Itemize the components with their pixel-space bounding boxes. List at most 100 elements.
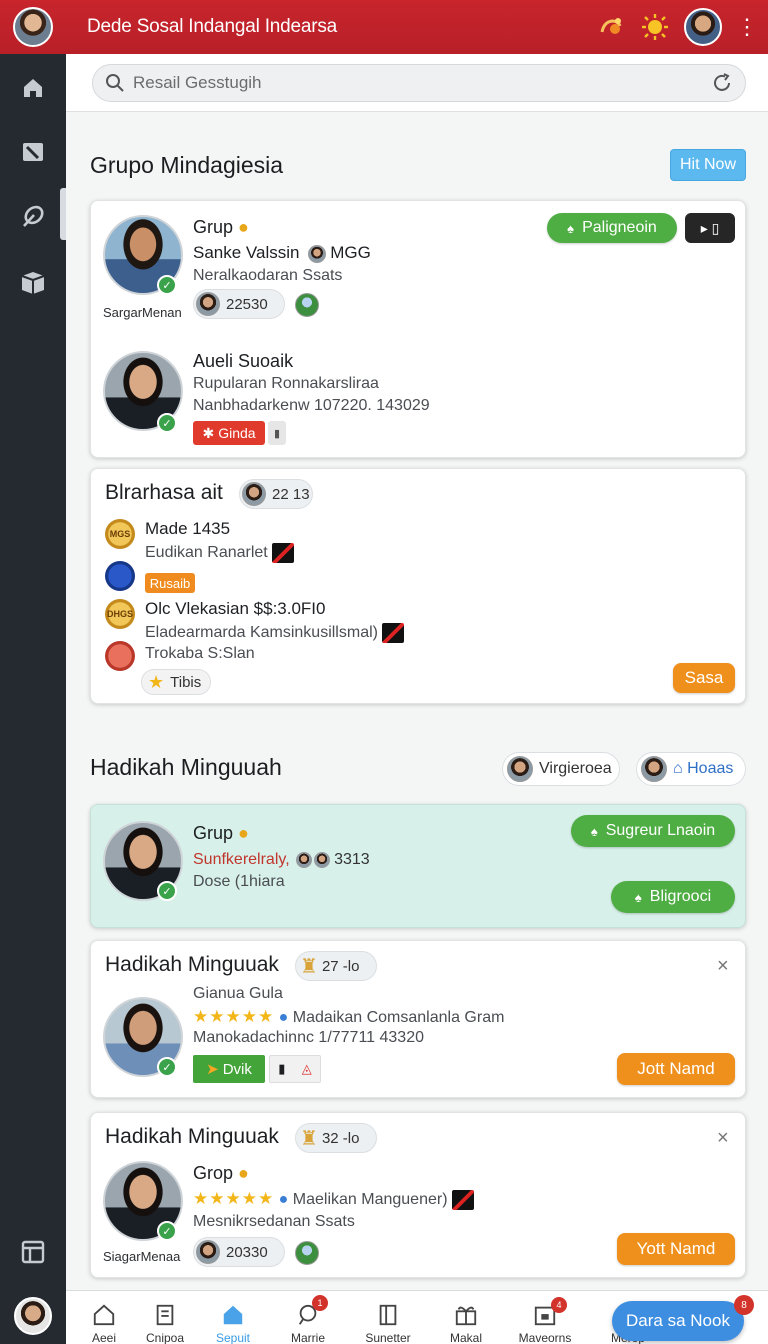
mini-avatar bbox=[641, 756, 667, 782]
count-pill[interactable]: 22 13 bbox=[239, 479, 313, 509]
hit-now-button[interactable]: Hit Now bbox=[670, 149, 746, 181]
join-button[interactable]: Yott Namd bbox=[617, 1233, 735, 1265]
nav-item-makal[interactable]: Makal bbox=[430, 1291, 502, 1344]
home-icon bbox=[93, 1304, 115, 1326]
nav-item-marrie[interactable]: Marrie 1 bbox=[272, 1291, 344, 1344]
entry-detail: Mesnikrsedanan Ssats bbox=[193, 1213, 355, 1230]
notification-icon[interactable] bbox=[596, 12, 626, 42]
group-icon bbox=[295, 1241, 319, 1265]
bottle-icon: ▮ bbox=[278, 1061, 286, 1076]
entry-sub: Dose (1hiara bbox=[193, 873, 285, 890]
value-pill[interactable]: 20330 bbox=[193, 1237, 285, 1267]
tag-icon: ♠ bbox=[634, 889, 642, 905]
search-bar bbox=[66, 54, 768, 112]
ranking-card[interactable]: Blrarhasa ait 22 13 MGS Made 1435 Eudika… bbox=[90, 468, 746, 704]
rating-stars: ★★★★★ bbox=[193, 1007, 275, 1026]
more-icon[interactable]: ⋮ bbox=[736, 14, 758, 40]
mini-avatar bbox=[507, 756, 533, 782]
close-icon[interactable]: × bbox=[717, 955, 729, 978]
sun-icon[interactable] bbox=[640, 12, 670, 42]
mini-avatar bbox=[242, 482, 266, 506]
spark-icon: ✱ bbox=[202, 424, 215, 441]
medal-icon bbox=[105, 641, 135, 671]
user-avatar[interactable] bbox=[684, 8, 722, 46]
home-filled-icon bbox=[223, 1305, 243, 1325]
filter-chip[interactable]: Virgieroea bbox=[502, 752, 620, 786]
count-pill[interactable]: ♜ 32 -lo bbox=[295, 1123, 377, 1153]
verified-icon: ✓ bbox=[157, 275, 177, 295]
row-tag[interactable]: Rusaib bbox=[145, 573, 195, 593]
nav-item-sepuit[interactable]: Sepuit bbox=[197, 1291, 269, 1344]
cup-icon: ♜ bbox=[300, 1127, 318, 1150]
secondary-button[interactable]: ♠ Bligrooci bbox=[611, 881, 735, 913]
app-title: Dede Sosal Indangal Indearsa bbox=[87, 16, 338, 37]
entry-detail: Nanbhadarkenw 107220. 143029 bbox=[193, 397, 430, 414]
entry-line: ★★★★★ ● Maelikan Manguener) bbox=[193, 1189, 474, 1210]
value-pill[interactable]: 22530 bbox=[193, 289, 285, 319]
join-button[interactable]: ♠ Paligneoin bbox=[547, 213, 677, 243]
entry-sub: Neralkaodaran Ssats bbox=[193, 267, 343, 284]
group-card[interactable]: ✓ SargarMenan Grup ● Sanke Valssin MGG N… bbox=[90, 200, 746, 458]
row-name: Olc Vlekasian $$:3.0FI0 bbox=[145, 599, 326, 618]
book-icon bbox=[379, 1304, 397, 1326]
fab-badge: 8 bbox=[734, 1295, 754, 1315]
status-tag[interactable]: ✱ Ginda bbox=[193, 421, 265, 445]
nav-item-sunetter[interactable]: Sunetter bbox=[352, 1291, 424, 1344]
box-icon[interactable] bbox=[0, 254, 66, 310]
medal-icon: DHGS bbox=[105, 599, 135, 629]
entry-title: Grop ● bbox=[193, 1163, 249, 1183]
search-input[interactable] bbox=[133, 73, 711, 93]
entry-title: Aueli Suoaik bbox=[193, 351, 294, 371]
join-button[interactable]: ♠ Sugreur Lnaoin bbox=[571, 815, 735, 847]
star-pill[interactable]: ★ Tibis bbox=[141, 669, 211, 695]
play-button[interactable]: ▸ ▯ bbox=[685, 213, 735, 243]
arrow-icon: ➤ bbox=[206, 1061, 219, 1078]
top-bar: Dede Sosal Indangal Indearsa ⋮ bbox=[0, 0, 768, 54]
entry-line: ★★★★★ ● Madaikan Comsanlanla Gram bbox=[193, 1007, 505, 1026]
leaf-icon[interactable] bbox=[0, 188, 66, 244]
entry-title: Grup ● bbox=[193, 823, 249, 843]
filter-chip[interactable]: ⌂ Hoaas bbox=[636, 752, 746, 786]
category-tag[interactable]: ➤ Dvik bbox=[193, 1055, 265, 1083]
verified-icon: ✓ bbox=[157, 413, 177, 433]
layout-icon[interactable] bbox=[0, 1224, 66, 1280]
card-title: Blrarhasa ait bbox=[105, 481, 223, 504]
home-icon[interactable] bbox=[0, 60, 66, 116]
close-icon[interactable]: × bbox=[717, 1127, 729, 1150]
tag-icon[interactable] bbox=[0, 124, 66, 180]
action-button[interactable]: Sasa bbox=[673, 663, 735, 693]
entry-sub: Rupularan Ronnakarsliraa bbox=[193, 375, 379, 392]
tool-icons[interactable]: ▮ ◬ bbox=[269, 1055, 321, 1083]
nav-item-maveorns[interactable]: Maveorns 4 bbox=[509, 1291, 581, 1344]
nav-item-cnipoa[interactable]: Cnipoa bbox=[129, 1291, 201, 1344]
tag-icon: ♠ bbox=[590, 823, 598, 839]
card-title: Hadikah Minguuak bbox=[105, 953, 279, 976]
refresh-icon[interactable] bbox=[711, 72, 733, 94]
gift-icon bbox=[455, 1306, 477, 1326]
notification-badge: 4 bbox=[551, 1297, 567, 1313]
bottom-nav: Aeei Cnipoa Sepuit Marrie 1 Sunetter Mak… bbox=[66, 1290, 768, 1344]
entry-title: Gianua Gula bbox=[193, 985, 283, 1002]
lock-icon[interactable]: ▮ bbox=[268, 421, 286, 445]
medal-icon bbox=[105, 561, 135, 591]
mini-avatar bbox=[196, 292, 220, 316]
star-icon: ★ bbox=[148, 671, 165, 692]
count-pill[interactable]: ♜ 27 -lo bbox=[295, 951, 377, 981]
rating-stars: ★★★★★ bbox=[193, 1189, 275, 1208]
entry-detail: Manokadachinnc 1/77711 43320 bbox=[193, 1029, 424, 1046]
account-avatar[interactable] bbox=[0, 1288, 66, 1344]
row-detail: Eudikan Ranarlet bbox=[145, 543, 294, 563]
info-icon: ● bbox=[278, 1009, 289, 1026]
avatar-caption: SiagarMenaa bbox=[103, 1249, 181, 1264]
group-card[interactable]: Hadikah Minguuak ♜ 27 -lo × ✓ Gianua Gul… bbox=[90, 940, 746, 1098]
featured-group-card[interactable]: ✓ Grup ● Sunfkerelraly, 3313 Dose (1hiar… bbox=[90, 804, 746, 928]
notification-badge: 1 bbox=[312, 1295, 328, 1311]
section-title: Grupo Mindagiesia bbox=[90, 152, 284, 178]
group-card[interactable]: Hadikah Minguuak ♜ 32 -lo × ✓ SiagarMena… bbox=[90, 1112, 746, 1278]
entry-line: Sunfkerelraly, 3313 bbox=[193, 851, 370, 868]
profile-avatar[interactable] bbox=[13, 7, 53, 47]
mini-avatar bbox=[308, 244, 327, 263]
search-field[interactable] bbox=[92, 64, 746, 102]
floating-action-button[interactable]: Dara sa Nook bbox=[612, 1301, 744, 1341]
join-button[interactable]: Jott Namd bbox=[617, 1053, 735, 1085]
